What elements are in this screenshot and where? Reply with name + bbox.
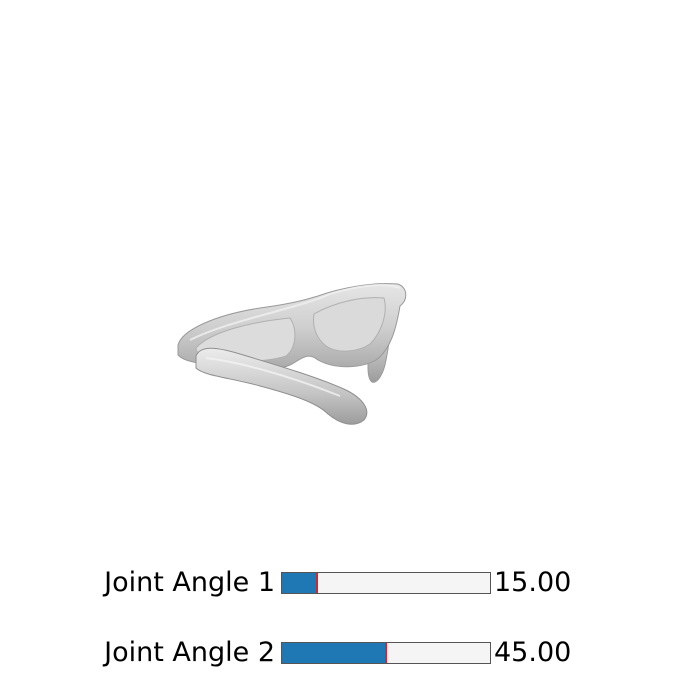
slider-handle[interactable] <box>315 573 318 593</box>
slider-handle[interactable] <box>385 643 387 663</box>
joint-angle-2-slider[interactable] <box>281 642 491 664</box>
slider-value: 15.00 <box>494 567 572 598</box>
slider-row-joint-angle-1: Joint Angle 1 15.00 <box>0 563 700 603</box>
slider-row-joint-angle-2: Joint Angle 2 45.00 <box>0 633 700 673</box>
slider-label: Joint Angle 1 <box>104 567 275 598</box>
slider-fill <box>282 643 386 663</box>
slider-value: 45.00 <box>494 637 572 668</box>
slider-fill <box>282 573 317 593</box>
slider-label: Joint Angle 2 <box>104 637 275 668</box>
sunglasses-3d-model <box>177 283 407 425</box>
3d-viewport[interactable] <box>0 0 700 540</box>
joint-angle-1-slider[interactable] <box>281 572 491 594</box>
